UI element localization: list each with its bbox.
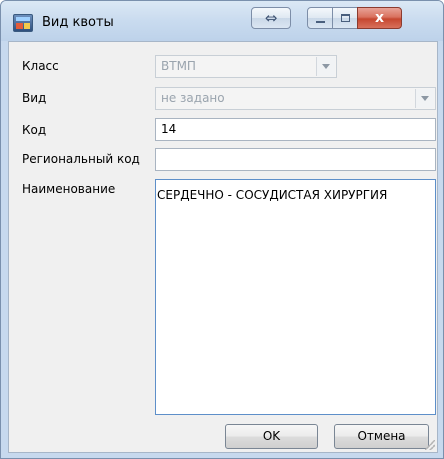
kind-select[interactable]: не задано: [155, 87, 436, 110]
maximize-icon: [340, 14, 350, 22]
chevron-down-icon: [322, 64, 330, 69]
ok-button[interactable]: OK: [225, 424, 318, 449]
minimize-button[interactable]: [307, 7, 333, 29]
kind-dropdown-button[interactable]: [415, 89, 434, 108]
code-label: Код: [22, 123, 47, 137]
regional-code-label: Региональный код: [22, 152, 140, 166]
title-bar[interactable]: Вид квоты ⇔ x: [1, 1, 443, 41]
minimize-icon: [315, 20, 325, 23]
kind-label: Вид: [22, 91, 47, 105]
resize-grip-icon[interactable]: [425, 440, 435, 450]
class-select-value: ВТМП: [161, 59, 196, 73]
cancel-button[interactable]: Отмена: [334, 424, 429, 449]
close-button[interactable]: x: [357, 7, 402, 29]
app-icon: [13, 14, 33, 32]
close-icon: x: [374, 10, 385, 26]
name-textarea[interactable]: СЕРДЕЧНО - СОСУДИСТАЯ ХИРУРГИЯ: [155, 179, 436, 415]
expand-button[interactable]: ⇔: [251, 7, 291, 29]
name-label: Наименование: [22, 182, 116, 196]
class-label: Класс: [22, 59, 59, 73]
maximize-button[interactable]: [332, 7, 358, 29]
code-input[interactable]: 14: [155, 118, 436, 141]
regional-code-input[interactable]: [155, 148, 436, 171]
dialog-body: Класс ВТМП Вид не задано Код 14 Регионал…: [8, 41, 438, 453]
window-title: Вид квоты: [42, 15, 114, 30]
class-select[interactable]: ВТМП: [155, 55, 337, 78]
class-dropdown-button[interactable]: [316, 57, 335, 76]
kind-select-value: не задано: [161, 91, 225, 105]
expand-arrows-icon: ⇔: [264, 8, 278, 27]
dialog-window: Вид квоты ⇔ x Класс ВТМП Вид не задано К…: [0, 0, 444, 459]
chevron-down-icon: [421, 96, 429, 101]
